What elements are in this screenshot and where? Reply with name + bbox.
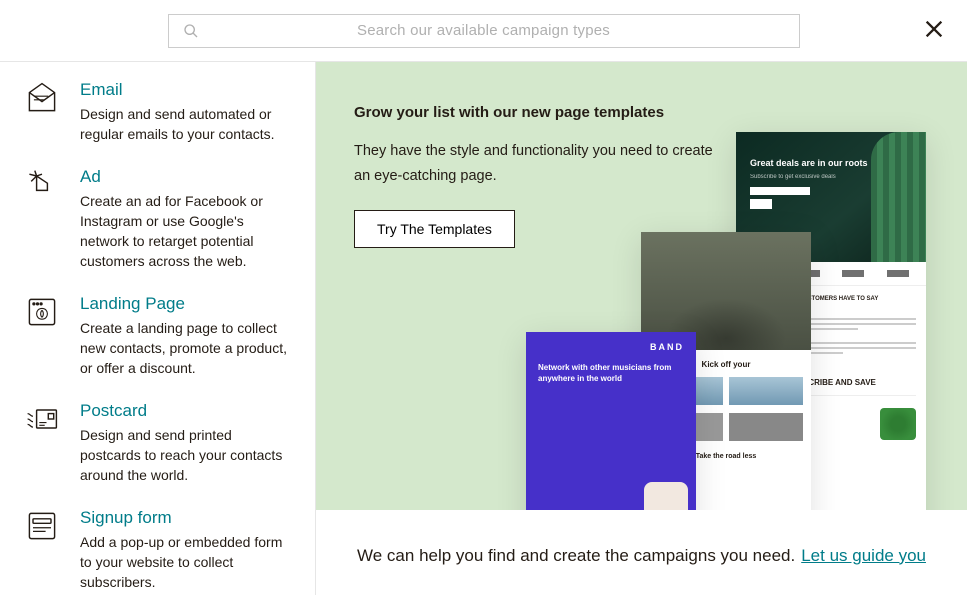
sidebar-item-desc: Add a pop-up or embedded form to your we… [80, 532, 295, 593]
sidebar-item-desc: Design and send printed postcards to rea… [80, 425, 295, 486]
sidebar-item-signup-form[interactable]: Signup form Add a pop-up or embedded for… [22, 508, 295, 593]
postcard-icon [22, 401, 62, 441]
landing-page-icon [22, 294, 62, 334]
promo-body: They have the style and functionality yo… [354, 139, 714, 188]
close-button[interactable] [923, 18, 945, 45]
sidebar-item-title: Ad [80, 167, 295, 187]
help-text: We can help you find and create the camp… [357, 546, 795, 566]
email-icon [22, 80, 62, 120]
search-input[interactable]: Search our available campaign types [168, 14, 800, 48]
sidebar-item-title: Postcard [80, 401, 295, 421]
sidebar-item-desc: Create a landing page to collect new con… [80, 318, 295, 379]
ad-icon [22, 167, 62, 207]
promo-panel: Grow your list with our new page templat… [316, 62, 967, 595]
search-placeholder: Search our available campaign types [213, 22, 785, 39]
sidebar-item-postcard[interactable]: Postcard Design and send printed postcar… [22, 401, 295, 486]
promo-heading: Grow your list with our new page templat… [354, 104, 714, 121]
search-icon [183, 23, 199, 39]
sidebar-item-title: Signup form [80, 508, 295, 528]
signup-form-icon [22, 508, 62, 548]
help-link[interactable]: Let us guide you [801, 546, 926, 566]
sidebar-item-landing-page[interactable]: Landing Page Create a landing page to co… [22, 294, 295, 379]
campaign-type-sidebar: Email Design and send automated or regul… [0, 62, 316, 595]
sidebar-item-title: Landing Page [80, 294, 295, 314]
sidebar-item-desc: Design and send automated or regular ema… [80, 104, 295, 145]
sidebar-item-ad[interactable]: Ad Create an ad for Facebook or Instagra… [22, 167, 295, 272]
sidebar-item-title: Email [80, 80, 295, 100]
sidebar-item-email[interactable]: Email Design and send automated or regul… [22, 80, 295, 145]
help-bar: We can help you find and create the camp… [316, 510, 967, 595]
sidebar-item-desc: Create an ad for Facebook or Instagram o… [80, 191, 295, 272]
close-icon [923, 18, 945, 40]
try-templates-button[interactable]: Try The Templates [354, 210, 515, 248]
